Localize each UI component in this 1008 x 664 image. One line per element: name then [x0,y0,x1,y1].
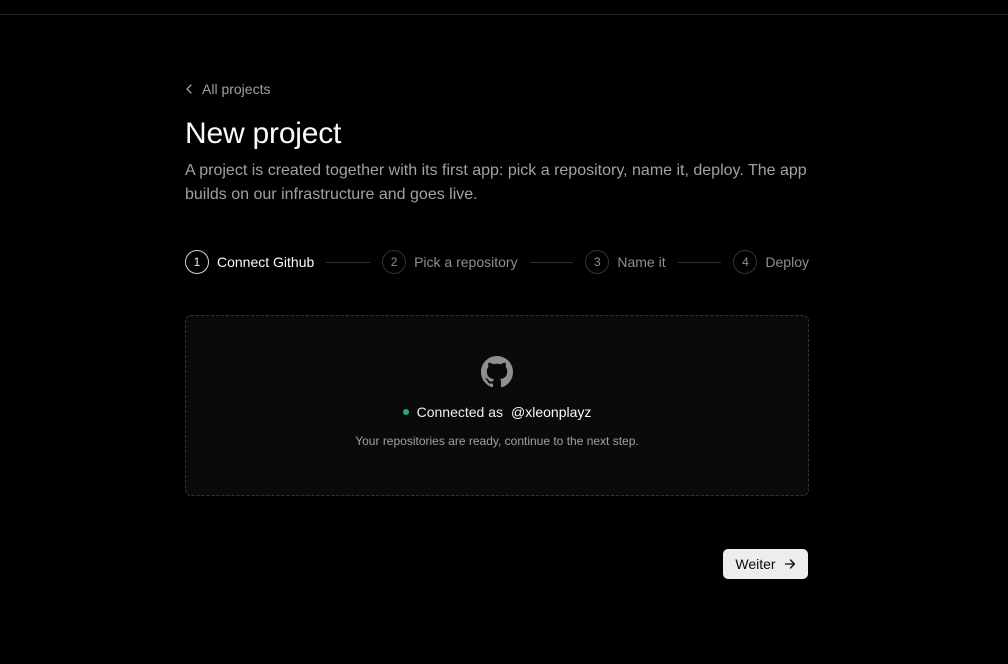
step-number: 1 [185,250,209,274]
step-number: 2 [382,250,407,274]
connection-status: Connected as @xleonplayz [402,402,592,422]
step-label: Name it [617,254,666,270]
github-icon [481,356,513,388]
arrow-right-icon [784,559,795,569]
step-name-it[interactable]: 3 Name it [585,250,666,274]
connection-hint: Your repositories are ready, continue to… [355,434,639,448]
next-button[interactable]: Weiter [723,549,808,579]
back-link[interactable]: All projects [185,78,270,100]
main-content: All projects New project A project is cr… [185,78,809,496]
status-dot [402,409,409,415]
next-button-label: Weiter [735,556,776,572]
step-number: 4 [733,250,758,274]
page-description: A project is created together with its f… [185,162,807,203]
step-divider [529,261,574,263]
github-username: @xleonplayz [511,404,592,420]
status-label: Connected as [416,404,504,420]
step-divider [677,261,722,263]
step-deploy[interactable]: 4 Deploy [733,250,809,274]
step-label: Pick a repository [414,254,518,270]
step-divider [326,261,371,263]
chevron-left-icon [186,84,192,94]
page-title: New project [185,117,342,150]
stepper: 1 Connect Github 2 Pick a repository 3 N… [185,249,809,275]
step-label: Deploy [765,254,809,270]
step-label: Connect Github [217,254,315,270]
step-connect-github[interactable]: 1 Connect Github [185,250,314,274]
step-number: 3 [585,250,610,274]
back-link-label: All projects [202,81,271,97]
github-connection-card: Connected as @xleonplayz Your repositori… [185,315,809,496]
top-bar [0,0,1008,15]
step-pick-repository[interactable]: 2 Pick a repository [382,250,518,274]
